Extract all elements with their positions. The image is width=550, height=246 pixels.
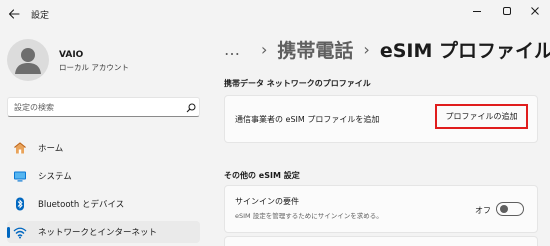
breadcrumb-item-cellular[interactable]: 携帯電話 — [277, 36, 353, 63]
section-title-profiles: 携帯データ ネットワークのプロファイル — [224, 79, 371, 88]
system-icon — [14, 171, 26, 182]
sidebar-item-home[interactable]: ホーム — [7, 137, 200, 159]
search-input[interactable] — [14, 101, 174, 114]
back-arrow-icon[interactable] — [7, 7, 21, 21]
title-bar: 設定 — [0, 0, 550, 28]
next-setting-card — [224, 236, 538, 246]
sidebar-item-label: ネットワークとインターネット — [38, 228, 158, 238]
add-profile-label: 通信事業者の eSIM プロファイルを追加 — [235, 115, 380, 124]
active-indicator — [7, 227, 10, 238]
toggle-knob — [500, 205, 508, 213]
chevron-right-icon: › — [261, 39, 268, 59]
minimize-icon[interactable] — [469, 3, 485, 19]
network-icon — [13, 227, 27, 239]
search-icon[interactable] — [186, 103, 196, 113]
sidebar-item-label: Bluetooth とデバイス — [38, 200, 125, 210]
sidebar-item-bluetooth[interactable]: Bluetooth とデバイス — [7, 193, 200, 215]
signin-label: サインインの要件 — [235, 197, 299, 206]
page-title: eSIM プロファイル — [379, 39, 550, 62]
signin-requirement-card: サインインの要件 eSIM 設定を管理するためにサインインを求める。 オフ — [224, 185, 538, 233]
chevron-right-icon: › — [363, 39, 370, 59]
add-profile-button[interactable]: プロファイルの追加 — [435, 104, 528, 129]
sidebar-item-system[interactable]: システム — [7, 165, 200, 187]
user-name: VAIO — [59, 50, 84, 60]
sidebar-item-label: ホーム — [38, 144, 64, 154]
sidebar-item-label: システム — [38, 172, 72, 182]
avatar[interactable] — [7, 39, 49, 81]
maximize-icon[interactable] — [499, 3, 515, 19]
close-icon[interactable] — [527, 3, 543, 19]
sidebar-item-network[interactable]: ネットワークとインターネット — [7, 221, 200, 243]
window-title: 設定 — [31, 11, 50, 21]
breadcrumb: … › 携帯電話 › eSIM プロファイル — [224, 34, 550, 64]
add-profile-card: 通信事業者の eSIM プロファイルを追加 プロファイルの追加 — [224, 95, 538, 143]
bluetooth-icon — [16, 197, 24, 211]
breadcrumb-overflow-button[interactable]: … — [224, 40, 241, 59]
settings-search-box[interactable] — [7, 97, 200, 117]
home-icon — [14, 142, 26, 154]
signin-toggle[interactable] — [496, 202, 524, 216]
signin-description: eSIM 設定を管理するためにサインインを求める。 — [235, 212, 383, 220]
toggle-state-label: オフ — [475, 206, 491, 215]
section-title-other-esim: その他の eSIM 設定 — [224, 171, 300, 180]
account-type: ローカル アカウント — [59, 63, 129, 72]
user-silhouette-icon — [15, 48, 41, 74]
